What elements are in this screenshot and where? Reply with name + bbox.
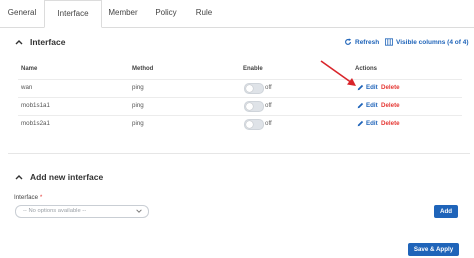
column-header-method: Method: [132, 66, 154, 72]
edit-label: Edit: [366, 84, 378, 91]
edit-button[interactable]: Edit: [357, 102, 378, 109]
delete-button[interactable]: Delete: [381, 120, 400, 127]
row-name: wan: [21, 84, 33, 91]
tab-bar: General Interface Member Policy Rule: [0, 0, 474, 28]
interface-section-title: Interface: [30, 37, 66, 47]
toggle-knob: [246, 103, 253, 110]
table-row: mob1s1a1 ping off Edit Delete: [18, 97, 462, 116]
edit-label: Edit: [366, 120, 378, 127]
row-method: ping: [132, 120, 144, 127]
columns-icon: [385, 38, 393, 46]
pencil-icon: [357, 102, 364, 109]
chevron-up-icon: [15, 175, 23, 180]
delete-button[interactable]: Delete: [381, 102, 400, 109]
edit-button[interactable]: Edit: [357, 120, 378, 127]
enable-state-label: off: [265, 102, 272, 109]
tab-rule[interactable]: Rule: [186, 0, 222, 26]
tab-general[interactable]: General: [0, 0, 44, 26]
table-row: wan ping off Edit Delete: [18, 79, 462, 98]
interface-section: Interface Refresh Visible columns (4 of …: [8, 28, 470, 154]
required-mark: *: [39, 194, 43, 201]
interface-select[interactable]: -- No options available --: [15, 205, 149, 218]
save-apply-button[interactable]: Save & Apply: [408, 243, 459, 256]
tab-interface[interactable]: Interface: [44, 0, 102, 28]
interface-section-header[interactable]: Interface: [14, 37, 65, 47]
chevron-up-icon: [15, 40, 23, 45]
add-section-title: Add new interface: [30, 172, 104, 182]
tab-policy[interactable]: Policy: [146, 0, 186, 26]
visible-columns-button[interactable]: Visible columns (4 of 4): [385, 38, 468, 46]
toggle-knob: [246, 121, 253, 128]
annotation-arrow-icon: [320, 60, 356, 86]
column-header-enable: Enable: [243, 66, 263, 72]
enable-toggle[interactable]: [244, 119, 264, 130]
add-interface-section: Add new interface Interface * -- No opti…: [8, 166, 470, 238]
edit-label: Edit: [366, 102, 378, 109]
chevron-down-icon: [136, 209, 142, 213]
row-name: mob1s2a1: [21, 120, 50, 127]
enable-toggle[interactable]: [244, 83, 264, 94]
pencil-icon: [357, 120, 364, 127]
table-row: mob1s2a1 ping off Edit Delete: [18, 115, 462, 134]
refresh-icon: [345, 38, 352, 45]
edit-button[interactable]: Edit: [357, 84, 378, 91]
row-method: ping: [132, 102, 144, 109]
interface-field-label: Interface *: [14, 194, 42, 201]
tab-member[interactable]: Member: [100, 0, 146, 26]
interface-field-label-text: Interface: [14, 194, 39, 201]
refresh-label: Refresh: [355, 38, 380, 46]
add-button[interactable]: Add: [434, 205, 458, 218]
row-method: ping: [132, 84, 144, 91]
interface-select-value: -- No options available --: [23, 208, 87, 214]
enable-state-label: off: [265, 120, 272, 127]
column-header-name: Name: [21, 66, 38, 72]
delete-button[interactable]: Delete: [381, 84, 400, 91]
enable-state-label: off: [265, 84, 272, 91]
refresh-button[interactable]: Refresh: [344, 38, 379, 46]
visible-columns-label: Visible columns (4 of 4): [396, 38, 469, 46]
add-section-header[interactable]: Add new interface: [14, 172, 103, 182]
toggle-knob: [246, 85, 253, 92]
enable-toggle[interactable]: [244, 101, 264, 112]
row-name: mob1s1a1: [21, 102, 50, 109]
